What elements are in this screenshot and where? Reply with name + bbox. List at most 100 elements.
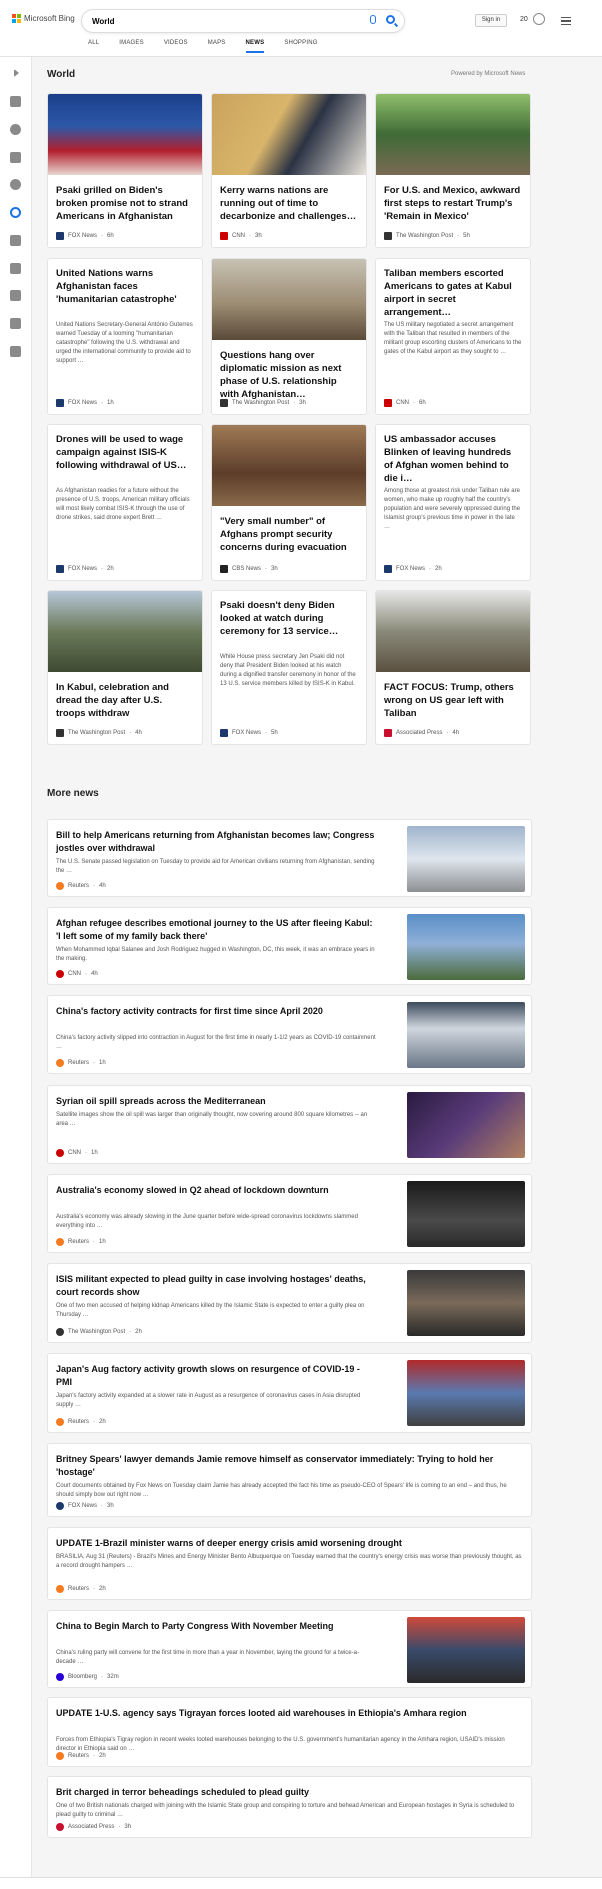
tab-all[interactable]: ALL xyxy=(88,40,99,56)
location-pin-icon[interactable] xyxy=(10,179,21,190)
credit-card-icon[interactable] xyxy=(10,346,21,357)
more-news-title[interactable]: China's factory activity contracts for f… xyxy=(56,1005,376,1018)
news-card-source[interactable]: The Washington Post · 5h xyxy=(384,232,470,240)
news-card-source[interactable]: FOX News · 2h xyxy=(384,565,442,573)
microphone-icon[interactable] xyxy=(370,15,376,24)
more-news-source[interactable]: CNN · 1h xyxy=(56,1149,98,1157)
more-news-title[interactable]: Brit charged in terror beheadings schedu… xyxy=(56,1786,524,1799)
more-news-title[interactable]: Afghan refugee describes emotional journ… xyxy=(56,917,376,943)
news-card-title[interactable]: Drones will be used to wage campaign aga… xyxy=(56,433,194,472)
hamburger-menu-icon[interactable] xyxy=(561,17,571,25)
sign-in-button[interactable]: Sign in xyxy=(475,14,507,27)
tab-shopping[interactable]: SHOPPING xyxy=(284,40,317,56)
more-news-title[interactable]: Britney Spears' lawyer demands Jamie rem… xyxy=(56,1453,524,1479)
news-card-title[interactable]: United Nations warns Afghanistan faces '… xyxy=(56,267,194,306)
more-news-thumbnail[interactable] xyxy=(407,1092,525,1158)
flag-icon[interactable] xyxy=(10,152,21,163)
more-news-thumbnail[interactable] xyxy=(407,1270,525,1336)
more-news-thumbnail[interactable] xyxy=(407,1617,525,1683)
more-news-source[interactable]: The Washington Post · 2h xyxy=(56,1328,142,1336)
search-icon[interactable] xyxy=(386,15,395,24)
more-news-thumbnail[interactable] xyxy=(407,1002,525,1068)
news-card[interactable]: Questions hang over diplomatic mission a… xyxy=(211,258,367,415)
news-card[interactable]: Psaki doesn't deny Biden looked at watch… xyxy=(211,590,367,745)
news-card-title[interactable]: In Kabul, celebration and dread the day … xyxy=(56,681,194,720)
tab-maps[interactable]: MAPS xyxy=(208,40,226,56)
rewards-trophy-icon[interactable] xyxy=(533,13,545,25)
search-input[interactable] xyxy=(92,14,332,28)
news-card-title[interactable]: Kerry warns nations are running out of t… xyxy=(220,184,358,223)
more-news-source[interactable]: Reuters · 1h xyxy=(56,1238,106,1246)
news-card-image[interactable] xyxy=(376,591,530,672)
news-card-image[interactable] xyxy=(48,94,202,175)
globe-icon[interactable] xyxy=(10,207,21,218)
more-news-source[interactable]: Reuters · 2h xyxy=(56,1752,106,1760)
more-news-item[interactable]: Britney Spears' lawyer demands Jamie rem… xyxy=(47,1443,532,1517)
news-card-image[interactable] xyxy=(212,259,366,340)
news-card[interactable]: FACT FOCUS: Trump, others wrong on US ge… xyxy=(375,590,531,745)
news-card-title[interactable]: US ambassador accuses Blinken of leaving… xyxy=(384,433,522,485)
news-card-source[interactable]: CNN · 3h xyxy=(220,232,262,240)
more-news-item[interactable]: China's factory activity contracts for f… xyxy=(47,995,532,1074)
home-icon[interactable] xyxy=(10,96,21,107)
news-card-title[interactable]: Questions hang over diplomatic mission a… xyxy=(220,349,358,401)
more-news-thumbnail[interactable] xyxy=(407,1360,525,1426)
news-card[interactable]: For U.S. and Mexico, awkward first steps… xyxy=(375,93,531,248)
news-card[interactable]: Taliban members escorted Americans to ga… xyxy=(375,258,531,415)
scales-icon[interactable] xyxy=(10,235,21,246)
tab-news[interactable]: NEWS xyxy=(245,40,265,56)
news-card-source[interactable]: FOX News · 1h xyxy=(56,399,114,407)
film-icon[interactable] xyxy=(10,290,21,301)
more-news-title[interactable]: Australia's economy slowed in Q2 ahead o… xyxy=(56,1184,376,1197)
more-news-title[interactable]: Japan's Aug factory activity growth slow… xyxy=(56,1363,376,1389)
more-news-thumbnail[interactable] xyxy=(407,914,525,980)
news-card-image[interactable] xyxy=(212,425,366,506)
more-news-title[interactable]: ISIS militant expected to plead guilty i… xyxy=(56,1273,376,1299)
more-news-thumbnail[interactable] xyxy=(407,1181,525,1247)
news-card-title[interactable]: FACT FOCUS: Trump, others wrong on US ge… xyxy=(384,681,522,720)
news-card-title[interactable]: For U.S. and Mexico, awkward first steps… xyxy=(384,184,522,223)
news-card-source[interactable]: FOX News · 5h xyxy=(220,729,278,737)
news-card-source[interactable]: The Washington Post · 4h xyxy=(56,729,142,737)
more-news-item[interactable]: UPDATE 1-U.S. agency says Tigrayan force… xyxy=(47,1697,532,1767)
more-news-source[interactable]: Reuters · 4h xyxy=(56,882,106,890)
news-card-source[interactable]: CBS News · 3h xyxy=(220,565,278,573)
expand-chevron-icon[interactable] xyxy=(14,69,19,77)
news-card-source[interactable]: FOX News · 6h xyxy=(56,232,114,240)
news-card[interactable]: Drones will be used to wage campaign aga… xyxy=(47,424,203,581)
news-card-image[interactable] xyxy=(212,94,366,175)
news-card[interactable]: "Very small number" of Afghans prompt se… xyxy=(211,424,367,581)
more-news-item[interactable]: Afghan refugee describes emotional journ… xyxy=(47,907,532,985)
more-news-source[interactable]: Reuters · 2h xyxy=(56,1418,106,1426)
more-news-source[interactable]: Reuters · 2h xyxy=(56,1585,106,1593)
news-card-image[interactable] xyxy=(48,591,202,672)
news-card-source[interactable]: The Washington Post · 3h xyxy=(220,399,306,407)
more-news-title[interactable]: Bill to help Americans returning from Af… xyxy=(56,829,376,855)
news-card[interactable]: Psaki grilled on Biden's broken promise … xyxy=(47,93,203,248)
more-news-item[interactable]: Bill to help Americans returning from Af… xyxy=(47,819,532,897)
bank-icon[interactable] xyxy=(10,318,21,329)
tab-images[interactable]: IMAGES xyxy=(119,40,144,56)
more-news-source[interactable]: Associated Press · 3h xyxy=(56,1823,131,1831)
rewards-points[interactable]: 20 xyxy=(520,16,528,23)
news-card-source[interactable]: Associated Press · 4h xyxy=(384,729,459,737)
news-card[interactable]: United Nations warns Afghanistan faces '… xyxy=(47,258,203,415)
more-news-title[interactable]: Syrian oil spill spreads across the Medi… xyxy=(56,1095,376,1108)
tab-videos[interactable]: VIDEOS xyxy=(164,40,188,56)
more-news-title[interactable]: China to Begin March to Party Congress W… xyxy=(56,1620,376,1633)
more-news-item[interactable]: Syrian oil spill spreads across the Medi… xyxy=(47,1085,532,1164)
more-news-source[interactable]: Reuters · 1h xyxy=(56,1059,106,1067)
news-card-title[interactable]: "Very small number" of Afghans prompt se… xyxy=(220,515,358,554)
discover-icon[interactable] xyxy=(10,124,21,135)
more-news-item[interactable]: ISIS militant expected to plead guilty i… xyxy=(47,1263,532,1343)
more-news-title[interactable]: UPDATE 1-Brazil minister warns of deeper… xyxy=(56,1537,524,1550)
news-card-image[interactable] xyxy=(376,94,530,175)
news-card-source[interactable]: CNN · 6h xyxy=(384,399,426,407)
more-news-item[interactable]: UPDATE 1-Brazil minister warns of deeper… xyxy=(47,1527,532,1600)
news-card-source[interactable]: FOX News · 2h xyxy=(56,565,114,573)
bing-logo[interactable]: Microsoft Bing xyxy=(12,14,75,23)
more-news-source[interactable]: Bloomberg · 32m xyxy=(56,1673,119,1681)
rocket-icon[interactable] xyxy=(10,263,21,274)
more-news-item[interactable]: China to Begin March to Party Congress W… xyxy=(47,1610,532,1688)
more-news-thumbnail[interactable] xyxy=(407,826,525,892)
